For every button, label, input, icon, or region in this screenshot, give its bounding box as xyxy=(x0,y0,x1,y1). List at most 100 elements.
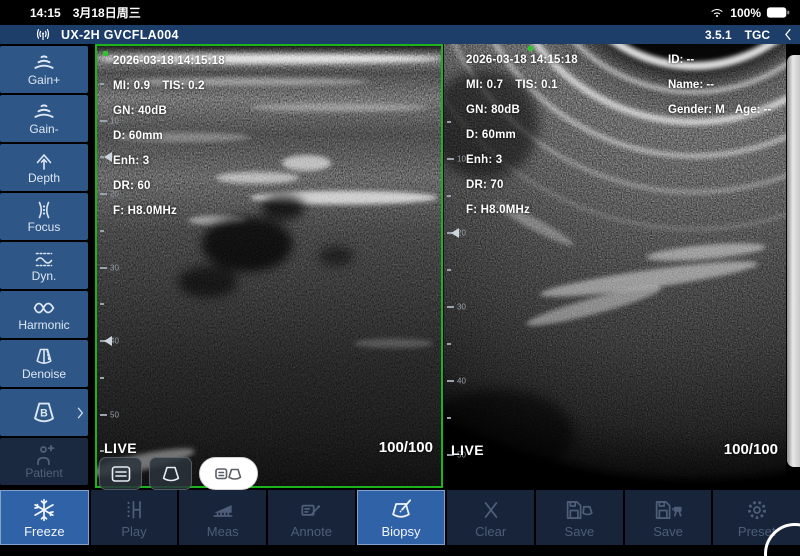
view-layout-toggles xyxy=(99,457,258,490)
ruler-tick-label: 20 xyxy=(110,190,119,199)
gain-plus-button[interactable]: Gain+ xyxy=(0,46,88,93)
ruler-minor-tick xyxy=(447,417,451,419)
gain-minus-icon xyxy=(29,101,59,123)
wifi-icon xyxy=(709,6,725,19)
frequency-value: F: H8.0MHz xyxy=(466,198,578,223)
tgc-label[interactable]: TGC xyxy=(745,28,770,42)
annotate-button[interactable]: Annote xyxy=(268,490,355,545)
toolbar-item-label: Play xyxy=(121,524,146,539)
save-image-button[interactable]: Save xyxy=(536,490,623,545)
save-image-icon xyxy=(559,497,599,523)
ruler-minor-tick xyxy=(100,303,104,305)
b-mode-button[interactable]: B xyxy=(0,389,88,436)
depth-icon xyxy=(30,150,58,172)
timestamp: 2026-03-18 14:15:18 xyxy=(466,48,578,73)
focus-icon xyxy=(30,199,58,221)
ruler-minor-tick xyxy=(447,195,451,197)
denoise-button[interactable]: Denoise xyxy=(0,340,88,387)
harmonic-icon xyxy=(28,297,60,319)
sidebar-item-label: Gain+ xyxy=(28,74,60,87)
biopsy-icon xyxy=(386,497,416,523)
frame-counter: 100/100 xyxy=(724,441,778,458)
tis-value: TIS: 0.2 xyxy=(162,80,205,92)
depth-button[interactable]: Depth xyxy=(0,144,88,191)
biopsy-button[interactable]: Biopsy xyxy=(357,490,446,545)
sidebar-item-label: Harmonic xyxy=(18,319,69,332)
toolbar-item-label: Freeze xyxy=(24,524,64,539)
tgc-panel-handle[interactable] xyxy=(787,55,800,467)
tis-value: TIS: 0.1 xyxy=(515,79,558,91)
ruler-minor-tick xyxy=(447,269,451,271)
ruler-major-tick xyxy=(447,306,454,308)
ruler-minor-tick xyxy=(447,343,451,345)
probe-signal-icon xyxy=(34,27,52,43)
sidebar-item-label: Denoise xyxy=(22,368,66,381)
gain-minus-button[interactable]: Gain- xyxy=(0,95,88,142)
sidebar-item-label: Gain- xyxy=(29,123,58,136)
ruler-minor-tick xyxy=(100,230,104,232)
toolbar-item-label: Save xyxy=(653,524,683,539)
ruler-major-tick xyxy=(447,158,454,160)
ruler-major-tick xyxy=(100,414,107,416)
single-sector-view-button[interactable] xyxy=(149,457,192,490)
harmonic-button[interactable]: Harmonic xyxy=(0,291,88,338)
ruler-major-tick xyxy=(100,193,107,195)
measure-button[interactable]: Meas xyxy=(179,490,266,545)
battery-icon xyxy=(766,6,790,19)
measure-icon xyxy=(207,497,239,523)
left-control-sidebar: Gain+ Gain- Depth Focus xyxy=(0,46,88,485)
status-bar: 14:15 3月18日周三 100% xyxy=(0,0,800,25)
clear-button[interactable]: Clear xyxy=(447,490,534,545)
save-video-button[interactable]: Save xyxy=(625,490,712,545)
chevron-left-icon[interactable] xyxy=(783,28,792,41)
enhance-value: Enh: 3 xyxy=(466,148,578,173)
play-icon xyxy=(119,497,149,523)
patient-age: Age: -- xyxy=(735,104,771,116)
ruler-tick-label: 30 xyxy=(457,303,466,312)
play-button[interactable]: Play xyxy=(91,490,178,545)
focus-marker-icon xyxy=(104,336,112,346)
ultrasound-panel-left[interactable]: 2026-03-18 14:15:18 MI: 0.9TIS: 0.2 GN: … xyxy=(95,44,443,488)
b-mode-letter: B xyxy=(40,407,48,419)
freeze-button[interactable]: Freeze xyxy=(0,490,89,545)
software-version: 3.5.1 xyxy=(705,28,732,42)
dynamic-range-button[interactable]: Dyn. xyxy=(0,242,88,289)
toolbar-item-label: Annote xyxy=(291,524,332,539)
patient-name: Name: -- xyxy=(668,73,771,98)
ultrasound-app-screen: 14:15 3月18日周三 100% xyxy=(0,0,800,556)
ruler-minor-tick xyxy=(447,121,451,123)
image-parameters-right: 2026-03-18 14:15:18 MI: 0.7TIS: 0.1 GN: … xyxy=(466,48,578,223)
toolbar-item-label: Save xyxy=(565,524,595,539)
gain-value: GN: 80dB xyxy=(466,98,578,123)
annotate-icon xyxy=(295,497,327,523)
dual-view-button[interactable] xyxy=(199,457,258,490)
save-video-icon xyxy=(648,497,688,523)
live-indicator: LIVE xyxy=(451,442,484,458)
ruler-major-tick xyxy=(100,267,107,269)
patient-id: ID: -- xyxy=(668,48,771,73)
app-header: UX-2H GVCFLA004 3.5.1 TGC xyxy=(0,25,800,44)
dynamic-range-value: DR: 70 xyxy=(466,173,578,198)
b-mode-icon: B xyxy=(27,400,61,426)
depth-ruler: 1020304050 xyxy=(100,46,132,486)
patient-info: ID: -- Name: -- Gender: M Age: -- xyxy=(668,48,771,123)
ruler-tick-label: 30 xyxy=(110,264,119,273)
clear-icon xyxy=(477,497,505,523)
ultrasound-panel-right[interactable]: 2026-03-18 14:15:18 MI: 0.7TIS: 0.1 GN: … xyxy=(444,44,786,488)
dynamic-range-icon xyxy=(29,248,59,270)
patient-button[interactable]: Patient xyxy=(0,438,88,485)
depth-value: D: 60mm xyxy=(466,123,578,148)
toolbar-item-label: Meas xyxy=(207,524,239,539)
patient-gender: Gender: M xyxy=(668,104,725,116)
sector-view-icon xyxy=(158,463,184,485)
denoise-icon xyxy=(29,346,59,368)
ruler-major-tick xyxy=(447,380,454,382)
single-linear-view-button[interactable] xyxy=(99,457,142,490)
sidebar-item-label: Patient xyxy=(25,467,62,480)
focus-marker-icon xyxy=(451,228,459,238)
toolbar-item-label: Clear xyxy=(475,524,506,539)
battery-percent: 100% xyxy=(730,6,761,20)
patient-icon xyxy=(30,443,58,467)
frame-counter: 100/100 xyxy=(379,439,433,456)
focus-button[interactable]: Focus xyxy=(0,193,88,240)
